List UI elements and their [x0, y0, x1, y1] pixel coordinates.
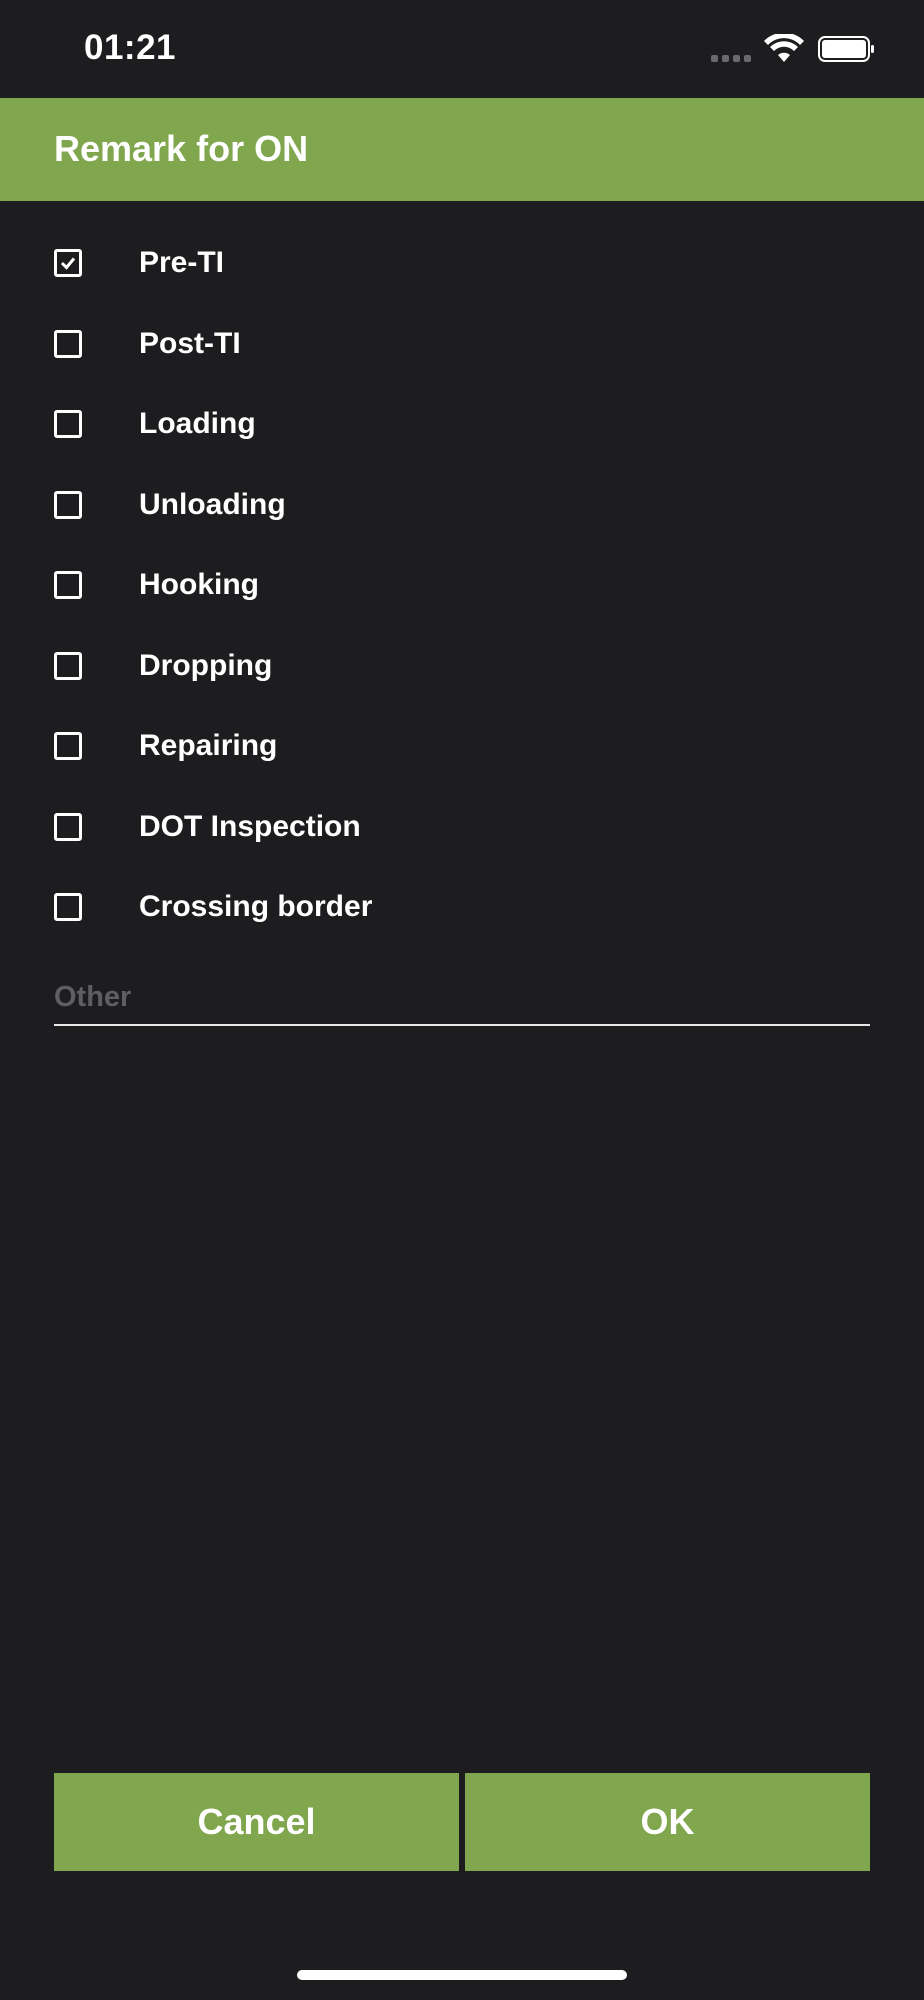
option-label: DOT Inspection — [139, 809, 361, 843]
checkbox[interactable] — [54, 410, 82, 439]
checkbox[interactable] — [54, 651, 82, 680]
action-buttons: Cancel OK — [54, 1773, 870, 1871]
option-repairing[interactable]: Repairing — [0, 706, 924, 787]
cancel-button[interactable]: Cancel — [54, 1773, 459, 1871]
option-post-ti[interactable]: Post-TI — [0, 304, 924, 385]
option-label: Dropping — [139, 648, 273, 682]
home-indicator[interactable] — [297, 1970, 627, 1980]
other-input[interactable] — [54, 974, 870, 1020]
option-label: Post-TI — [139, 326, 241, 360]
option-label: Unloading — [139, 487, 286, 521]
option-unloading[interactable]: Unloading — [0, 465, 924, 546]
remark-options-list: Pre-TI Post-TI Loading Unloading Hooking… — [0, 223, 924, 948]
option-label: Hooking — [139, 568, 259, 602]
other-field[interactable] — [54, 974, 870, 1026]
option-hooking[interactable]: Hooking — [0, 545, 924, 626]
status-bar: 01:21 — [0, 0, 924, 98]
checkbox[interactable] — [54, 249, 82, 278]
option-dropping[interactable]: Dropping — [0, 626, 924, 707]
check-icon — [60, 257, 76, 270]
page-title: Remark for ON — [54, 128, 309, 169]
battery-icon — [818, 36, 874, 62]
option-label: Crossing border — [139, 890, 373, 924]
checkbox[interactable] — [54, 732, 82, 761]
option-loading[interactable]: Loading — [0, 384, 924, 465]
option-label: Repairing — [139, 729, 278, 763]
signal-dots-icon — [711, 55, 751, 62]
wifi-icon — [764, 34, 804, 62]
option-pre-ti[interactable]: Pre-TI — [0, 223, 924, 304]
status-time: 01:21 — [84, 28, 177, 67]
checkbox[interactable] — [54, 893, 82, 922]
ok-button[interactable]: OK — [465, 1773, 870, 1871]
checkbox[interactable] — [54, 571, 82, 600]
option-dot-inspection[interactable]: DOT Inspection — [0, 787, 924, 868]
checkbox[interactable] — [54, 490, 82, 519]
checkbox[interactable] — [54, 329, 82, 358]
option-label: Pre-TI — [139, 246, 225, 280]
checkbox[interactable] — [54, 812, 82, 841]
option-label: Loading — [139, 407, 256, 441]
option-crossing-border[interactable]: Crossing border — [0, 867, 924, 948]
header-bar: Remark for ON — [0, 98, 924, 201]
